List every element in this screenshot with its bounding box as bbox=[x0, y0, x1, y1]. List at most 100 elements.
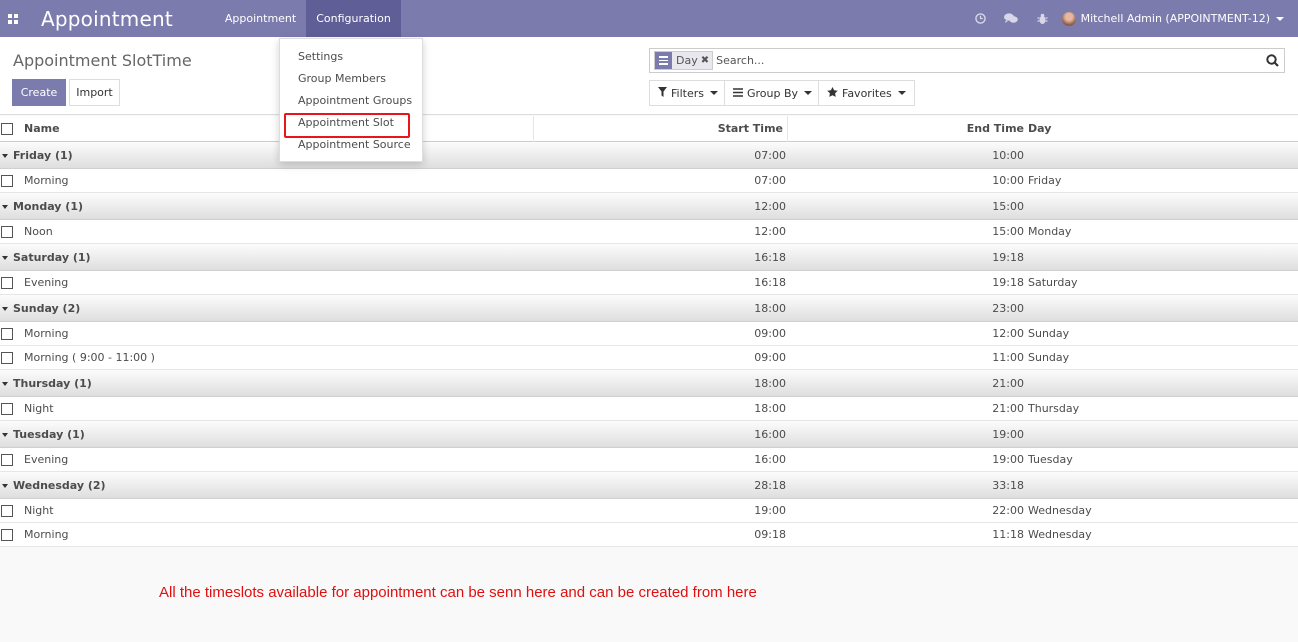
cell-end-time: 10:00 bbox=[992, 174, 1024, 187]
caret-down-icon bbox=[2, 306, 8, 311]
table-row[interactable]: Night 19:00 22:00 Wednesday bbox=[0, 499, 1298, 523]
group-label: Saturday (1) bbox=[13, 250, 91, 264]
caret-down-icon bbox=[2, 204, 8, 209]
group-label: Monday (1) bbox=[13, 199, 84, 213]
caret-down-icon bbox=[2, 483, 8, 488]
cell-name: Night bbox=[24, 504, 54, 517]
close-icon[interactable]: ✖ bbox=[701, 55, 712, 66]
row-checkbox[interactable] bbox=[1, 528, 13, 541]
group-start-time: 18:00 bbox=[754, 376, 786, 390]
group-row[interactable]: Friday (1) 07:00 10:00 bbox=[0, 142, 1298, 169]
row-checkbox[interactable] bbox=[1, 402, 13, 415]
group-end-time: 23:00 bbox=[992, 301, 1024, 315]
row-checkbox[interactable] bbox=[1, 225, 13, 238]
cell-name: Noon bbox=[24, 225, 53, 238]
menu-configuration[interactable]: Configuration bbox=[306, 0, 401, 37]
group-row[interactable]: Wednesday (2) 28:18 33:18 bbox=[0, 472, 1298, 499]
group-start-time: 18:00 bbox=[754, 301, 786, 315]
cell-start-time: 09:00 bbox=[754, 327, 786, 340]
cell-name: Night bbox=[24, 402, 54, 415]
table-row[interactable]: Morning 09:00 12:00 Sunday bbox=[0, 322, 1298, 346]
group-by-button[interactable]: Group By bbox=[724, 80, 822, 106]
create-button[interactable]: Create bbox=[12, 79, 66, 106]
table-row[interactable]: Night 18:00 21:00 Thursday bbox=[0, 397, 1298, 421]
group-row[interactable]: Sunday (2) 18:00 23:00 bbox=[0, 295, 1298, 322]
row-checkbox[interactable] bbox=[1, 174, 13, 187]
highlight-box bbox=[284, 113, 410, 138]
search-icon[interactable] bbox=[1260, 54, 1284, 67]
chevron-down-icon bbox=[1276, 16, 1284, 21]
dropdown-item-group-members[interactable]: Group Members bbox=[280, 68, 422, 90]
table-body: Friday (1) 07:00 10:00 Morning 07:00 10:00 Fri… bbox=[0, 142, 1298, 547]
caret-down-icon bbox=[2, 255, 8, 260]
search-bar[interactable]: Day ✖ bbox=[649, 48, 1285, 73]
cell-day: Sunday bbox=[1028, 327, 1070, 340]
group-row[interactable]: Saturday (1) 16:18 19:18 bbox=[0, 244, 1298, 271]
table-row[interactable]: Evening 16:00 19:00 Tuesday bbox=[0, 448, 1298, 472]
cell-end-time: 15:00 bbox=[992, 225, 1024, 238]
cell-start-time: 19:00 bbox=[754, 504, 786, 517]
row-checkbox[interactable] bbox=[1, 351, 13, 364]
list-icon bbox=[733, 87, 743, 100]
chat-icon[interactable] bbox=[996, 13, 1027, 24]
group-row[interactable]: Monday (1) 12:00 15:00 bbox=[0, 193, 1298, 220]
group-label: Wednesday (2) bbox=[13, 478, 106, 492]
table-row[interactable]: Noon 12:00 15:00 Monday bbox=[0, 220, 1298, 244]
menu-appointment[interactable]: Appointment bbox=[215, 0, 306, 37]
dropdown-item-appointment-groups[interactable]: Appointment Groups bbox=[280, 90, 422, 112]
cell-day: Friday bbox=[1028, 174, 1062, 187]
row-checkbox[interactable] bbox=[1, 453, 13, 466]
cell-end-time: 12:00 bbox=[992, 327, 1024, 340]
column-header-start-time[interactable]: Start Time bbox=[534, 115, 788, 142]
cell-start-time: 07:00 bbox=[754, 174, 786, 187]
group-label: Tuesday (1) bbox=[13, 427, 85, 441]
cell-end-time: 11:00 bbox=[992, 351, 1024, 364]
select-all-checkbox[interactable] bbox=[1, 122, 13, 135]
search-input[interactable] bbox=[716, 54, 1260, 67]
group-end-time: 21:00 bbox=[992, 376, 1024, 390]
group-row[interactable]: Thursday (1) 18:00 21:00 bbox=[0, 370, 1298, 397]
caret-down-icon bbox=[2, 153, 8, 158]
group-row[interactable]: Tuesday (1) 16:00 19:00 bbox=[0, 421, 1298, 448]
page-title: Appointment SlotTime bbox=[13, 51, 192, 70]
cell-day: Tuesday bbox=[1028, 453, 1073, 466]
row-checkbox[interactable] bbox=[1, 276, 13, 289]
column-header-end-time[interactable]: End Time bbox=[788, 116, 1028, 142]
table-row[interactable]: Morning 07:00 10:00 Friday bbox=[0, 169, 1298, 193]
row-checkbox[interactable] bbox=[1, 504, 13, 517]
clock-icon[interactable] bbox=[965, 13, 996, 24]
chevron-down-icon bbox=[897, 91, 906, 95]
group-start-time: 16:00 bbox=[754, 427, 786, 441]
group-start-time: 28:18 bbox=[754, 478, 786, 492]
row-checkbox[interactable] bbox=[1, 327, 13, 340]
cell-end-time: 22:00 bbox=[992, 504, 1024, 517]
import-button[interactable]: Import bbox=[69, 79, 120, 106]
column-header-name[interactable]: Name bbox=[20, 115, 534, 142]
column-header-day[interactable]: Day bbox=[1028, 122, 1298, 135]
apps-grid-icon[interactable] bbox=[0, 0, 26, 37]
chevron-down-icon bbox=[709, 91, 718, 95]
cell-day: Thursday bbox=[1028, 402, 1080, 415]
bug-icon[interactable] bbox=[1027, 13, 1058, 25]
caret-down-icon bbox=[2, 432, 8, 437]
group-by-facet-icon bbox=[655, 52, 672, 69]
group-by-label: Group By bbox=[747, 86, 799, 100]
favorites-button[interactable]: Favorites bbox=[818, 80, 915, 106]
app-brand[interactable]: Appointment bbox=[41, 7, 173, 31]
star-icon bbox=[827, 86, 838, 100]
dropdown-item-settings[interactable]: Settings bbox=[280, 46, 422, 68]
user-menu[interactable]: Mitchell Admin (APPOINTMENT-12) bbox=[1058, 11, 1298, 26]
cell-name: Evening bbox=[24, 276, 69, 289]
cell-start-time: 12:00 bbox=[754, 225, 786, 238]
search-facet-day[interactable]: Day ✖ bbox=[654, 51, 714, 70]
table-row[interactable]: Morning 09:18 11:18 Wednesday bbox=[0, 523, 1298, 547]
cell-name: Morning ( 9:00 - 11:00 ) bbox=[24, 351, 155, 364]
cell-name: Morning bbox=[24, 174, 69, 187]
user-name: Mitchell Admin (APPOINTMENT-12) bbox=[1080, 12, 1270, 25]
configuration-dropdown: Settings Group Members Appointment Groups A… bbox=[279, 38, 423, 162]
table-row[interactable]: Morning ( 9:00 - 11:00 ) 09:00 11:00 Sunday bbox=[0, 346, 1298, 370]
table-row[interactable]: Evening 16:18 19:18 Saturday bbox=[0, 271, 1298, 295]
filters-button[interactable]: Filters bbox=[649, 80, 727, 106]
group-end-time: 19:18 bbox=[992, 250, 1024, 264]
cell-end-time: 11:18 bbox=[992, 528, 1024, 541]
